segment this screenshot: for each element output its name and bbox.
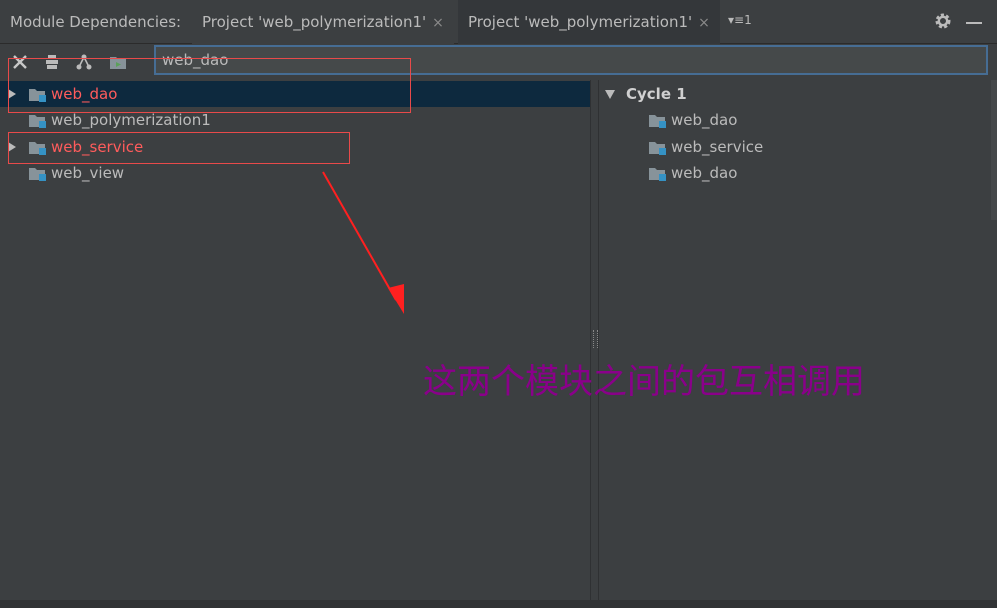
cycle-item-label: web_service bbox=[671, 138, 764, 156]
close-tab-icon[interactable]: × bbox=[698, 15, 710, 31]
annotation-box-web-dao bbox=[8, 58, 411, 113]
tool-window-header: Module Dependencies: Project 'web_polyme… bbox=[0, 0, 997, 47]
annotation-text: 这两个模块之间的包互相调用 bbox=[423, 362, 865, 402]
gear-icon[interactable] bbox=[934, 12, 952, 30]
annotation-box-web-service bbox=[8, 132, 350, 164]
module-folder-icon bbox=[29, 115, 46, 128]
module-folder-icon bbox=[649, 168, 666, 181]
bottom-border bbox=[0, 600, 997, 608]
vertical-scrollbar[interactable] bbox=[991, 80, 997, 220]
cycle-item[interactable]: web_dao bbox=[599, 160, 991, 186]
cycle-title: Cycle 1 bbox=[626, 85, 687, 103]
cycle-item[interactable]: web_service bbox=[599, 134, 991, 160]
module-folder-icon bbox=[29, 168, 46, 181]
panel-title: Module Dependencies: bbox=[10, 13, 182, 31]
minimize-icon[interactable] bbox=[966, 22, 982, 24]
close-tab-icon[interactable]: × bbox=[432, 15, 444, 31]
module-folder-icon bbox=[649, 115, 666, 128]
cycle-item[interactable]: web_dao bbox=[599, 107, 991, 133]
tab-label: Project 'web_polymerization1' bbox=[468, 13, 693, 31]
tab-overflow-menu[interactable]: ▾≡1 bbox=[728, 13, 752, 27]
tab-project-2[interactable]: Project 'web_polymerization1' × bbox=[458, 0, 720, 44]
cycle-item-label: web_dao bbox=[671, 164, 738, 182]
tab-label: Project 'web_polymerization1' bbox=[202, 13, 427, 31]
splitter[interactable] bbox=[590, 80, 599, 600]
splitter-grip-icon[interactable] bbox=[593, 330, 598, 348]
collapse-arrow-icon[interactable] bbox=[605, 90, 615, 99]
annotation-arrow-icon bbox=[322, 171, 404, 314]
cycle-item-label: web_dao bbox=[671, 111, 738, 129]
module-folder-icon bbox=[649, 142, 666, 155]
cycle-node[interactable]: Cycle 1 bbox=[599, 81, 991, 107]
tab-project-1[interactable]: Project 'web_polymerization1' × bbox=[192, 0, 454, 47]
